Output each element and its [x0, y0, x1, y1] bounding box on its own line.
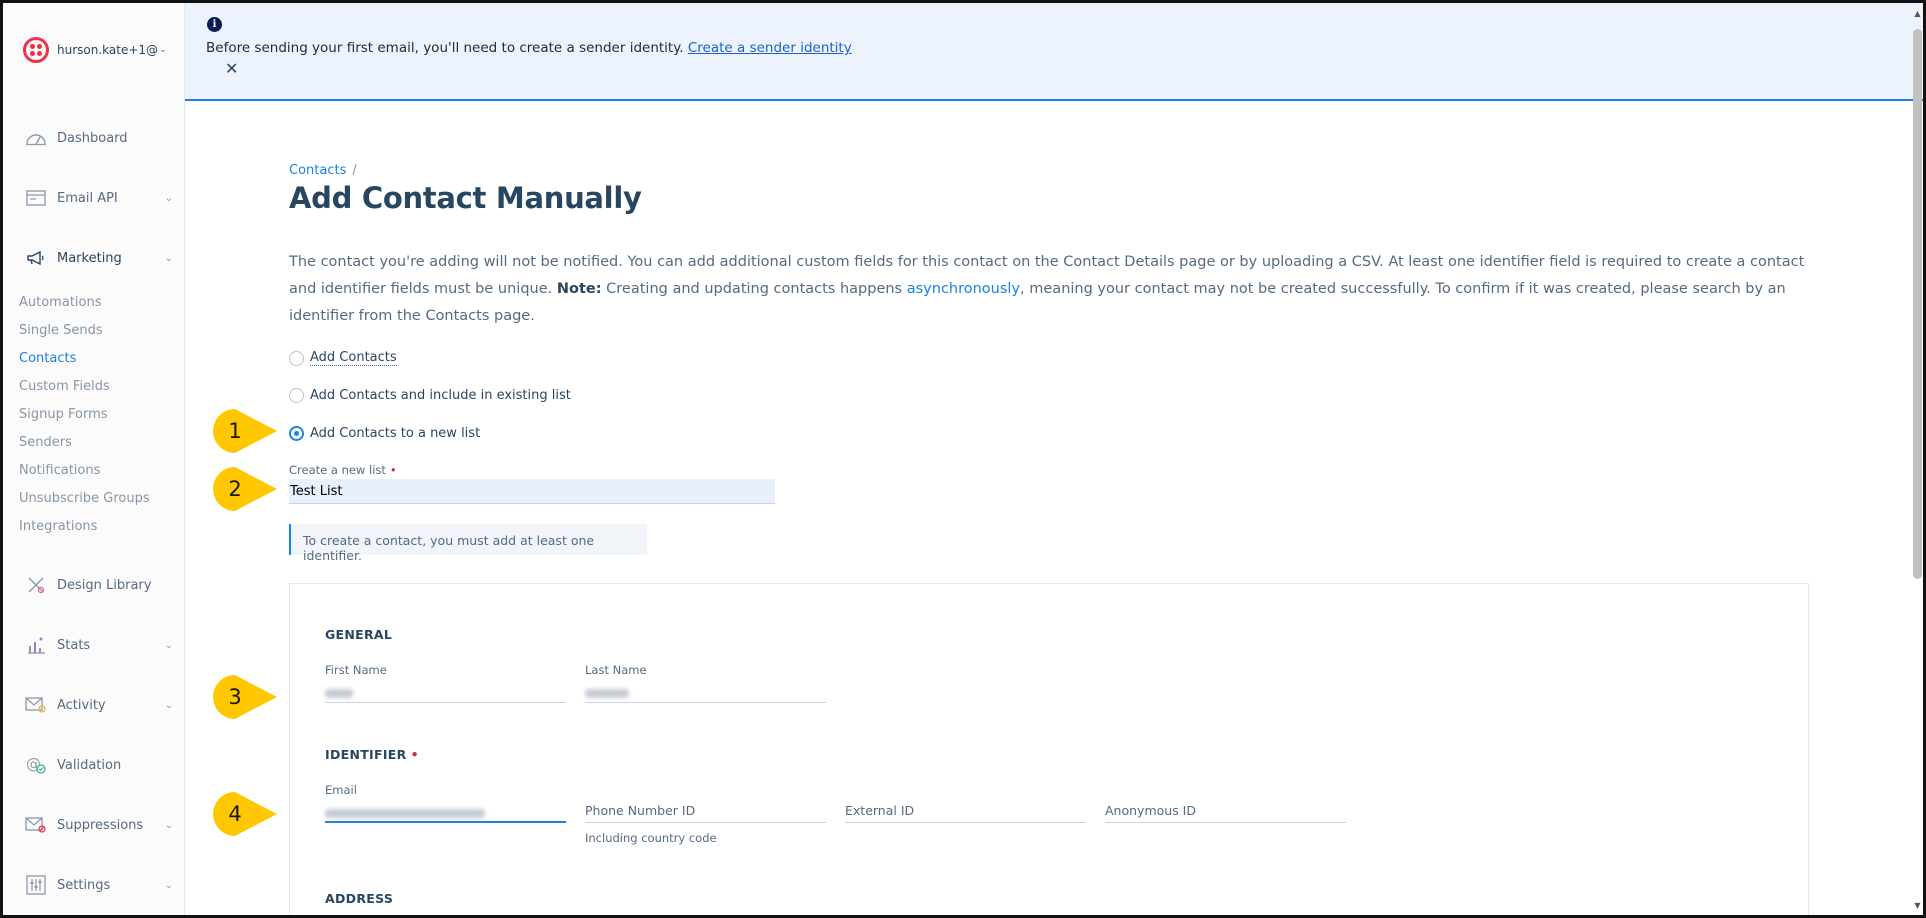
sidebar-sub-signup-forms[interactable]: Signup Forms — [19, 407, 108, 422]
annotation-marker-3: 3 — [213, 675, 277, 719]
option-add-to-existing-list[interactable]: Add Contacts and include in existing lis… — [289, 388, 571, 403]
new-list-input[interactable] — [289, 479, 775, 504]
first-name-label: First Name — [325, 663, 387, 677]
general-heading: GENERAL — [325, 627, 393, 642]
chevron-down-icon: ⌄ — [164, 699, 173, 711]
annotation-marker-1: 1 — [213, 409, 277, 453]
breadcrumb: Contacts / — [289, 163, 357, 178]
sidebar-sub-single-sends[interactable]: Single Sends — [19, 323, 103, 338]
app-window: hurson.kate+1@gmail.com ⌄ Dashboard Emai… — [0, 0, 1926, 918]
svg-text:@: @ — [26, 755, 41, 773]
sidebar-item-stats[interactable]: Stats ⌄ — [3, 625, 185, 665]
page-title: Add Contact Manually — [289, 181, 642, 215]
last-name-label: Last Name — [585, 663, 647, 677]
email-label: Email — [325, 783, 357, 797]
banner-message: Before sending your first email, you'll … — [206, 40, 852, 56]
create-sender-identity-link[interactable]: Create a sender identity — [688, 40, 852, 56]
chevron-down-icon: ⌄ — [164, 192, 173, 204]
sidebar-item-activity[interactable]: Activity ⌄ — [3, 685, 185, 725]
sidebar-sub-integrations[interactable]: Integrations — [19, 519, 97, 534]
new-list-label: Create a new list • — [289, 463, 397, 477]
scroll-down-arrow[interactable]: ▼ — [1913, 901, 1922, 913]
contact-form-card — [289, 583, 1809, 915]
sidebar-sub-automations[interactable]: Automations — [19, 295, 102, 310]
option-add-to-new-list[interactable]: Add Contacts to a new list — [289, 426, 480, 441]
annotation-marker-4: 4 — [213, 792, 277, 836]
vertical-scrollbar[interactable] — [1913, 29, 1922, 579]
sidebar-sub-senders[interactable]: Senders — [19, 435, 72, 450]
option-add-contacts[interactable]: Add Contacts — [289, 350, 397, 366]
sidebar-item-design-library[interactable]: Design Library — [3, 565, 185, 605]
page-description: The contact you're adding will not be no… — [289, 254, 1805, 324]
email-api-icon — [23, 187, 49, 209]
sidebar-item-suppressions[interactable]: Suppressions ⌄ — [3, 805, 185, 845]
sidebar: hurson.kate+1@gmail.com ⌄ Dashboard Emai… — [3, 3, 185, 915]
first-name-input[interactable] — [325, 683, 566, 703]
radio-button-selected[interactable] — [289, 426, 304, 441]
gauge-icon — [23, 127, 49, 149]
breadcrumb-contacts-link[interactable]: Contacts — [289, 163, 346, 178]
sidebar-item-email-api[interactable]: Email API ⌄ — [3, 178, 185, 218]
sidebar-sub-notifications[interactable]: Notifications — [19, 463, 100, 478]
validation-icon: @ — [23, 754, 49, 776]
phone-number-id-input[interactable]: Phone Number ID — [585, 803, 826, 823]
annotation-marker-2: 2 — [213, 467, 277, 511]
sender-identity-banner: i Before sending your first email, you'l… — [185, 3, 1923, 101]
sidebar-item-validation[interactable]: @ Validation — [3, 745, 185, 785]
scroll-up-arrow[interactable]: ▲ — [1913, 9, 1922, 21]
address-heading: ADDRESS — [325, 891, 394, 906]
external-id-input[interactable]: External ID — [845, 803, 1086, 823]
redacted-value — [585, 689, 629, 698]
sidebar-item-marketing[interactable]: Marketing ⌄ — [3, 238, 185, 278]
info-icon: i — [207, 17, 222, 32]
identifier-heading: IDENTIFIER • — [325, 747, 419, 762]
redacted-value — [325, 689, 353, 698]
radio-button[interactable] — [289, 350, 304, 366]
chevron-down-icon: ⌄ — [164, 639, 173, 651]
email-input[interactable] — [325, 803, 566, 823]
sidebar-item-dashboard[interactable]: Dashboard — [3, 118, 185, 158]
design-library-icon — [23, 574, 49, 596]
sidebar-sub-unsubscribe-groups[interactable]: Unsubscribe Groups — [19, 491, 150, 506]
redacted-value — [325, 809, 485, 818]
phone-helper-text: Including country code — [585, 831, 717, 845]
radio-button[interactable] — [289, 388, 304, 403]
sidebar-item-settings[interactable]: Settings ⌄ — [3, 865, 185, 905]
sidebar-sub-custom-fields[interactable]: Custom Fields — [19, 379, 110, 394]
identifier-note: To create a contact, you must add at lea… — [289, 524, 647, 563]
last-name-input[interactable] — [585, 683, 826, 703]
twilio-logo-icon — [23, 37, 49, 63]
chevron-down-icon: ⌄ — [164, 252, 173, 264]
chevron-down-icon: ⌄ — [159, 45, 167, 55]
activity-icon — [23, 694, 49, 716]
sidebar-sub-contacts[interactable]: Contacts — [19, 351, 76, 366]
anonymous-id-input[interactable]: Anonymous ID — [1105, 803, 1346, 823]
account-name: hurson.kate+1@gmail.com — [57, 43, 157, 57]
suppressions-icon — [23, 814, 49, 836]
stats-icon — [23, 634, 49, 656]
chevron-down-icon: ⌄ — [164, 879, 173, 891]
chevron-down-icon: ⌄ — [164, 819, 173, 831]
account-switcher[interactable]: hurson.kate+1@gmail.com ⌄ — [23, 37, 167, 63]
asynchronously-link[interactable]: asynchronously — [907, 281, 1020, 297]
close-icon[interactable]: ✕ — [225, 59, 238, 78]
settings-icon — [23, 874, 49, 896]
megaphone-icon — [23, 247, 49, 269]
